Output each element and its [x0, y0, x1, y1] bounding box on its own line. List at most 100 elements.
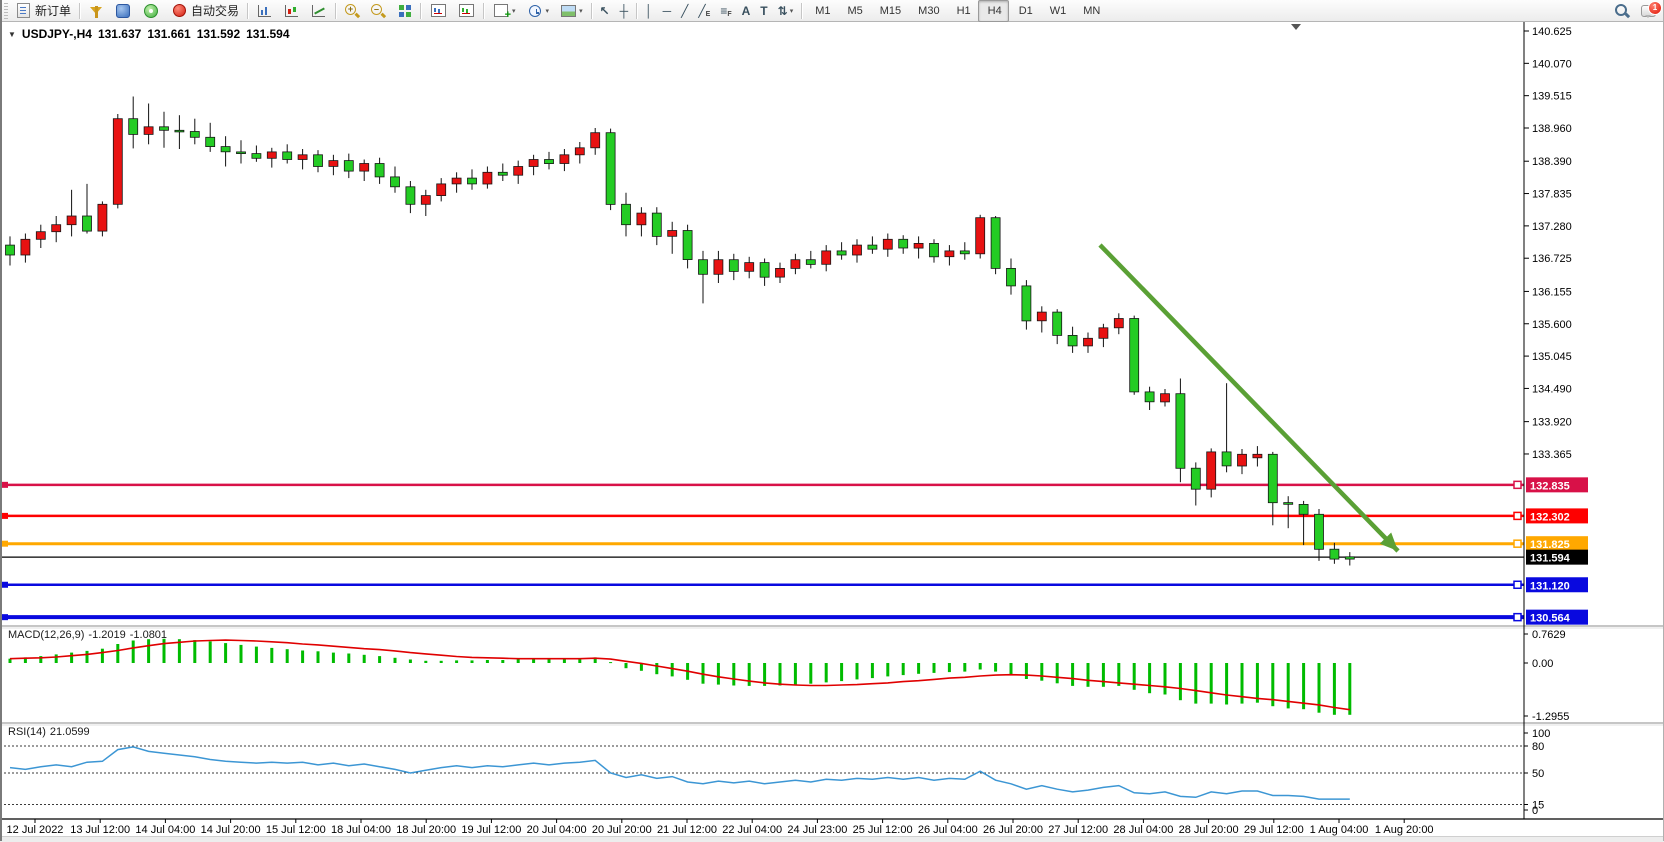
new-order-button[interactable]: 新订单: [10, 0, 76, 22]
time-axis-label: 14 Jul 04:00: [135, 824, 195, 836]
time-axis-label: 25 Jul 12:00: [853, 824, 913, 836]
macd-histogram-bar: [347, 654, 350, 664]
macd-histogram-bar: [224, 643, 227, 663]
bar-chart-button[interactable]: [251, 0, 278, 22]
indicator-window-alt-button[interactable]: [452, 0, 480, 22]
price-axis-label: 138.390: [1532, 156, 1572, 168]
chart-shift-marker-icon[interactable]: [1291, 24, 1301, 30]
template-menu-button[interactable]: ▾: [554, 0, 588, 22]
cursor-button[interactable]: ↖: [595, 0, 615, 22]
price-tag-label: 131.825: [1530, 539, 1570, 551]
toolbar-separator: [483, 3, 484, 19]
tf-mn-button[interactable]: MN: [1073, 0, 1107, 22]
candle-bearish: [206, 137, 215, 146]
candle-bullish: [421, 196, 430, 205]
candle-chart-button[interactable]: [278, 0, 305, 22]
tf-h4-button[interactable]: H4: [978, 0, 1009, 22]
toolbar-separator: [591, 3, 592, 19]
macd-histogram-bar: [1133, 663, 1136, 690]
new-chart-button[interactable]: ▾: [487, 0, 521, 22]
macd-histogram-bar: [86, 651, 89, 663]
dropdown-caret-icon[interactable]: ▾: [512, 7, 516, 15]
tf-m5-button[interactable]: M5: [837, 0, 869, 22]
trendline-button[interactable]: ╱: [676, 0, 693, 22]
zoom-out-button[interactable]: [365, 0, 391, 22]
macd-histogram-bar: [809, 663, 812, 684]
candle-bearish: [1222, 452, 1231, 466]
price-axis-label: 136.155: [1532, 286, 1572, 298]
candle-bullish: [853, 245, 862, 255]
macd-histogram-bar: [317, 651, 320, 663]
search-button[interactable]: [1609, 0, 1635, 22]
chart-canvas[interactable]: 140.625140.070139.515138.960138.390137.8…: [0, 0, 1664, 841]
line-left-handle[interactable]: [2, 614, 8, 620]
crosshair-button[interactable]: ┼: [615, 0, 634, 22]
clock-icon: [529, 5, 541, 17]
fibonacci-button[interactable]: ≡F: [715, 0, 736, 22]
candle-bullish: [1037, 312, 1046, 321]
tf-m30-button[interactable]: M30: [908, 0, 946, 22]
tf-w1-button[interactable]: W1: [1040, 0, 1074, 22]
trend-arrow-line[interactable]: [1100, 245, 1398, 551]
symbol-period-label: USDJPY-,H4: [22, 27, 92, 41]
price-tag-label: 131.120: [1530, 580, 1570, 592]
new-order-label: 新订单: [35, 2, 71, 19]
line-right-handle[interactable]: [1514, 540, 1521, 547]
dropdown-caret-icon[interactable]: ▾: [546, 7, 550, 15]
auto-trading-button[interactable]: 自动交易: [165, 0, 244, 22]
time-axis-label: 1 Aug 20:00: [1375, 824, 1434, 836]
horizontal-line-button[interactable]: ─: [658, 0, 677, 22]
macd-histogram-bar: [486, 660, 489, 663]
zoom-in-button[interactable]: [339, 0, 365, 22]
equidistant-channel-button[interactable]: ╱E: [693, 0, 715, 22]
text-button[interactable]: A: [737, 0, 756, 22]
line-right-handle[interactable]: [1514, 614, 1521, 621]
price-axis-label: 135.600: [1532, 319, 1572, 331]
period-menu-button[interactable]: ▾: [521, 0, 555, 22]
window-left-edge: [0, 0, 2, 841]
time-axis-label: 21 Jul 12:00: [657, 824, 717, 836]
candle-bearish: [683, 231, 692, 260]
line-right-handle[interactable]: [1514, 481, 1521, 488]
tf-h1-button[interactable]: H1: [947, 0, 978, 22]
line-right-handle[interactable]: [1514, 512, 1521, 519]
toolbar-separator: [801, 3, 802, 19]
signals-button[interactable]: [137, 0, 165, 22]
line-right-handle[interactable]: [1514, 581, 1521, 588]
tf-m15-button[interactable]: M15: [870, 0, 908, 22]
vertical-line-button[interactable]: │: [640, 0, 658, 22]
rsi-axis-label: 0: [1532, 805, 1538, 817]
arrows-button[interactable]: ⇅▾: [773, 0, 799, 22]
macd-histogram-bar: [871, 663, 874, 678]
line-chart-button[interactable]: [305, 0, 332, 22]
macd-histogram-bar: [1164, 663, 1167, 695]
macd-histogram-bar: [840, 663, 843, 681]
dropdown-caret-icon[interactable]: ▾: [790, 7, 794, 15]
macd-histogram-bar: [55, 654, 58, 663]
price-axis-label: 138.960: [1532, 123, 1572, 135]
indwin-icon: [431, 4, 446, 17]
notification-badge: 1: [1648, 1, 1662, 15]
candle-bearish: [837, 251, 846, 255]
chat-button[interactable]: 1: [1635, 0, 1662, 22]
time-axis-label: 24 Jul 23:00: [787, 824, 847, 836]
market-watch-button[interactable]: [83, 0, 109, 22]
data-window-button[interactable]: [109, 0, 137, 22]
tile-windows-button[interactable]: [391, 0, 417, 22]
rsi-value: 21.0599: [50, 726, 90, 738]
tf-d1-button[interactable]: D1: [1009, 0, 1040, 22]
tf-m1-button[interactable]: M1: [805, 0, 837, 22]
line-left-handle[interactable]: [2, 582, 8, 588]
line-left-handle[interactable]: [2, 541, 8, 547]
text-label-button[interactable]: T: [755, 0, 772, 22]
line-left-handle[interactable]: [2, 513, 8, 519]
indicator-window-button[interactable]: [424, 0, 452, 22]
dropdown-caret-icon[interactable]: ▾: [579, 7, 583, 15]
macd-histogram-bar: [963, 663, 966, 672]
candle-bearish: [314, 155, 323, 167]
candle-bearish: [899, 239, 908, 248]
collapse-panel-icon[interactable]: ▼: [8, 30, 16, 39]
icon-sub-label: E: [706, 11, 711, 18]
line-left-handle[interactable]: [2, 482, 8, 488]
candle-bullish: [67, 216, 76, 225]
